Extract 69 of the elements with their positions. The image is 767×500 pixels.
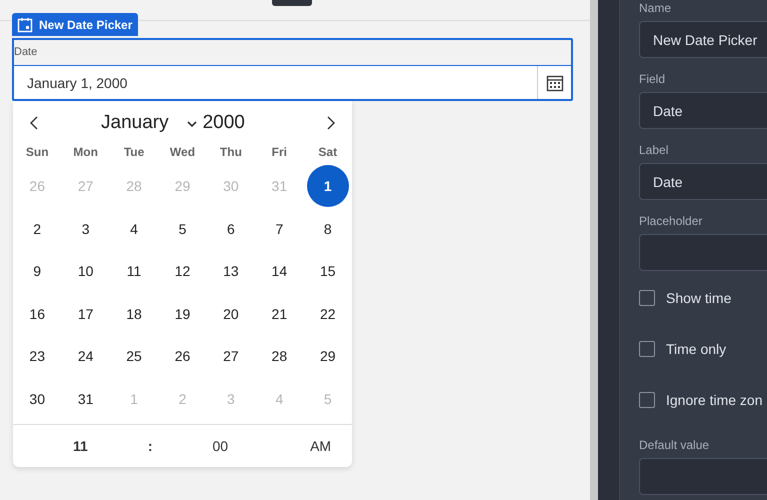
chevron-down-icon xyxy=(186,120,197,128)
weekday-label: Fri xyxy=(272,145,288,161)
weekday-label: Tue xyxy=(124,145,144,161)
property-input-field[interactable]: New Date Picker xyxy=(639,21,767,58)
day-button[interactable]: 3 xyxy=(64,208,107,250)
property-label: Default value xyxy=(639,438,710,452)
component-title: New Date Picker xyxy=(39,18,132,32)
weekday-label: Sat xyxy=(318,145,338,161)
weekday-label: Sun xyxy=(26,145,49,161)
day-button[interactable]: 12 xyxy=(161,250,204,292)
day-button[interactable]: 6 xyxy=(210,208,252,250)
day-button[interactable]: 7 xyxy=(258,208,300,250)
day-button[interactable]: 28 xyxy=(258,335,300,378)
checkbox-label: Show time xyxy=(666,290,732,306)
day-button[interactable]: 21 xyxy=(258,292,300,335)
property-label: Name xyxy=(639,1,672,15)
day-button[interactable]: 1 xyxy=(306,165,349,208)
day-button[interactable]: 10 xyxy=(64,250,107,292)
checkbox-label: Time only xyxy=(666,340,726,356)
time-separator: : xyxy=(148,438,152,454)
day-button[interactable]: 26 xyxy=(161,335,204,378)
weekday-label: Thu xyxy=(220,145,242,161)
day-button[interactable]: 13 xyxy=(210,250,252,292)
checkbox[interactable] xyxy=(639,392,655,408)
day-button[interactable]: 24 xyxy=(64,335,107,378)
checkbox[interactable] xyxy=(639,340,655,356)
property-label: Label xyxy=(639,143,670,157)
day-button[interactable]: 4 xyxy=(113,208,156,250)
calendar-icon xyxy=(17,17,33,33)
property-label: Field xyxy=(639,72,666,86)
checkbox-label: Ignore time zon xyxy=(666,392,762,408)
month-select[interactable]: January xyxy=(101,112,197,134)
hour-value[interactable]: 11 xyxy=(73,438,88,454)
property-input-field[interactable]: Date xyxy=(639,163,767,200)
day-button[interactable]: 19 xyxy=(161,292,204,335)
day-button[interactable]: 15 xyxy=(306,250,349,292)
minute-value[interactable]: 00 xyxy=(212,438,228,454)
date-input-field[interactable]: January 1, 2000 xyxy=(14,65,571,99)
day-button[interactable]: 5 xyxy=(161,208,204,250)
day-button[interactable]: 31 xyxy=(64,378,107,420)
period-value[interactable]: AM xyxy=(310,438,332,454)
day-button[interactable]: 30 xyxy=(16,378,58,420)
day-button[interactable]: 25 xyxy=(113,335,156,378)
calendar-icon xyxy=(546,74,564,92)
day-button[interactable]: 20 xyxy=(210,292,252,335)
field-label: Date xyxy=(14,46,38,58)
day-button[interactable]: 29 xyxy=(306,335,349,378)
weekday-label: Mon xyxy=(73,145,98,161)
property-input-field[interactable]: Date xyxy=(639,92,767,129)
property-input-field[interactable] xyxy=(639,234,767,271)
year-value[interactable]: 2000 xyxy=(202,112,324,134)
property-label: Placeholder xyxy=(639,214,704,228)
day-button[interactable]: 17 xyxy=(64,292,107,335)
checkbox[interactable] xyxy=(639,290,655,306)
day-button[interactable]: 14 xyxy=(258,250,300,292)
day-button[interactable]: 18 xyxy=(113,292,156,335)
weekday-label: Wed xyxy=(170,145,196,161)
day-button[interactable]: 23 xyxy=(16,335,58,378)
property-input-field[interactable] xyxy=(639,458,767,495)
day-button[interactable]: 16 xyxy=(16,292,58,335)
day-button[interactable]: 9 xyxy=(16,250,58,292)
day-button[interactable]: 27 xyxy=(210,335,252,378)
toolbar-tab[interactable] xyxy=(272,0,312,6)
component-tag[interactable]: New Date Picker xyxy=(12,13,138,36)
component-frame[interactable]: Date January 1, 2000 xyxy=(12,38,573,101)
day-button[interactable]: 11 xyxy=(113,250,156,292)
day-button[interactable]: 2 xyxy=(16,208,58,250)
day-button[interactable]: 22 xyxy=(306,292,349,335)
day-button[interactable]: 8 xyxy=(306,208,349,250)
